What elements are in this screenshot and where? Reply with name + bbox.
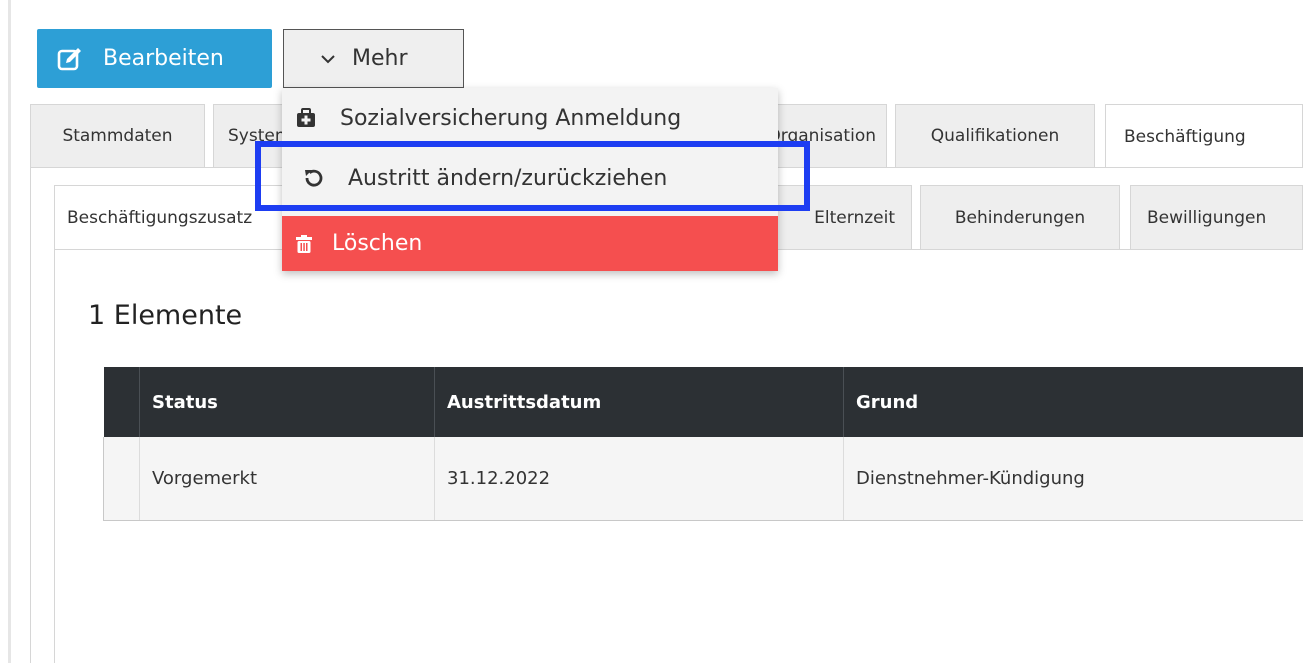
menu-item-austritt-aendern[interactable]: Austritt ändern/zurückziehen <box>282 148 778 208</box>
table-row[interactable]: Vorgemerkt 31.12.2022 Dienstnehmer-Kündi… <box>103 437 1303 521</box>
tab-stammdaten[interactable]: Stammdaten <box>30 104 205 167</box>
menu-item-sozialversicherung-anmeldung[interactable]: Sozialversicherung Anmeldung <box>282 88 778 148</box>
cell-status: Vorgemerkt <box>139 437 435 521</box>
edit-button-label: Bearbeiten <box>103 46 224 71</box>
menu-item-loeschen[interactable]: Löschen <box>282 216 778 271</box>
more-button-label: Mehr <box>352 46 408 71</box>
exit-table: Status Austrittsdatum Grund Vorgemerkt 3… <box>103 367 1303 521</box>
tab-beschaeftigung[interactable]: Beschäftigung <box>1105 104 1303 168</box>
cell-austrittsdatum: 31.12.2022 <box>434 437 844 521</box>
row-select-cell[interactable] <box>103 437 140 521</box>
subtab-behinderungen[interactable]: Behinderungen <box>920 185 1120 249</box>
table-header-row: Status Austrittsdatum Grund <box>103 367 1303 437</box>
chevron-down-icon <box>321 54 335 63</box>
trash-icon <box>296 234 312 253</box>
cell-grund: Dienstnehmer-Kündigung <box>843 437 1303 521</box>
more-button[interactable]: Mehr <box>283 29 464 88</box>
left-divider <box>8 0 11 663</box>
subtab-bewilligungen[interactable]: Bewilligungen <box>1130 185 1303 249</box>
tab-qualifikationen[interactable]: Qualifikationen <box>895 104 1095 167</box>
column-header-status[interactable]: Status <box>139 367 435 437</box>
undo-icon <box>305 169 323 187</box>
edit-button[interactable]: Bearbeiten <box>37 29 272 88</box>
column-header-austrittsdatum[interactable]: Austrittsdatum <box>434 367 844 437</box>
row-select-header <box>103 367 140 437</box>
column-header-grund[interactable]: Grund <box>843 367 1303 437</box>
more-dropdown-menu: Sozialversicherung Anmeldung Austritt än… <box>282 88 778 271</box>
edit-icon <box>57 47 81 70</box>
medkit-icon <box>297 108 315 127</box>
element-count-heading: 1 Elemente <box>88 300 243 331</box>
